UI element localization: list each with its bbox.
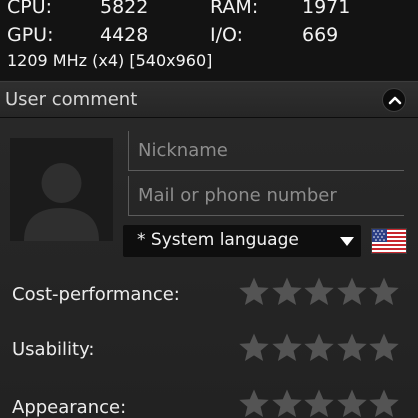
star-icon[interactable] [238, 276, 270, 308]
star-icon[interactable] [303, 388, 335, 418]
io-label: I/O: [210, 24, 244, 46]
language-select[interactable]: * System language [123, 225, 361, 257]
star-icon[interactable] [368, 388, 400, 418]
cpu-frequency-resolution: 1209 MHz (x4) [540x960] [7, 51, 213, 70]
us-flag-icon[interactable] [371, 228, 407, 254]
star-icon[interactable] [238, 388, 270, 418]
star-icon[interactable] [303, 276, 335, 308]
avatar-placeholder[interactable] [10, 138, 113, 241]
star-icon[interactable] [336, 276, 368, 308]
contact-field[interactable]: Mail or phone number [128, 176, 404, 216]
user-comment-header[interactable]: User comment [0, 81, 418, 118]
rating-label-usability: Usability: [12, 339, 95, 360]
nickname-field[interactable]: Nickname [128, 131, 404, 171]
gpu-score: 4428 [100, 24, 149, 46]
rating-label-cost-performance: Cost-performance: [12, 284, 180, 305]
benchmark-stats: CPU: 5822 RAM: 1971 GPU: 4428 I/O: 669 1… [0, 0, 418, 80]
star-icon[interactable] [271, 332, 303, 364]
star-icon[interactable] [271, 276, 303, 308]
star-icon[interactable] [368, 276, 400, 308]
rating-stars-usability[interactable] [238, 332, 400, 364]
ram-score: 1971 [302, 0, 351, 18]
ram-label: RAM: [210, 0, 259, 18]
star-icon[interactable] [303, 332, 335, 364]
rating-label-appearance: Appearance: [12, 397, 127, 418]
star-icon[interactable] [336, 388, 368, 418]
star-icon[interactable] [336, 332, 368, 364]
star-icon[interactable] [271, 388, 303, 418]
nickname-placeholder: Nickname [138, 140, 228, 161]
contact-placeholder: Mail or phone number [138, 185, 337, 206]
cpu-label: CPU: [7, 0, 53, 18]
dropdown-arrow-icon [340, 237, 354, 246]
section-title: User comment [5, 89, 138, 110]
chevron-up-icon [388, 96, 402, 105]
rating-stars-cost-performance[interactable] [238, 276, 400, 308]
star-icon[interactable] [238, 332, 270, 364]
user-silhouette-icon [24, 163, 99, 241]
cpu-score: 5822 [100, 0, 149, 18]
collapse-button[interactable] [382, 88, 406, 112]
language-value: * System language [137, 230, 299, 250]
rating-stars-appearance[interactable] [238, 388, 400, 418]
gpu-label: GPU: [7, 24, 54, 46]
star-icon[interactable] [368, 332, 400, 364]
io-score: 669 [302, 24, 339, 46]
